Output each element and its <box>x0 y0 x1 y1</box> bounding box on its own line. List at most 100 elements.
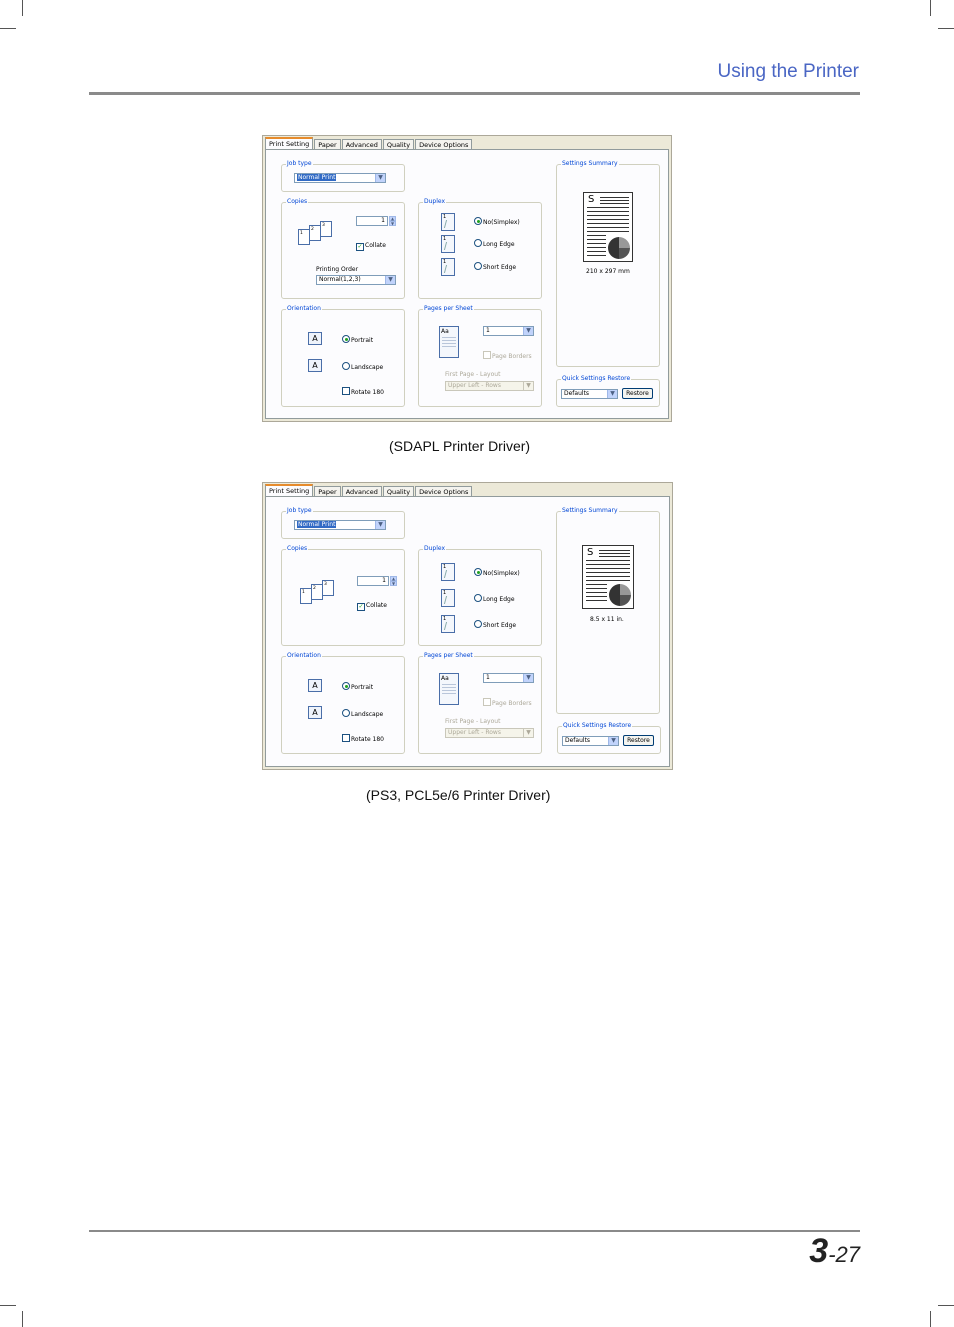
spin-down-icon[interactable]: ▼ <box>389 221 396 226</box>
copies-spinner[interactable]: 1 ▲ ▼ <box>356 216 396 226</box>
preview-line <box>587 219 629 220</box>
rotate-label: Rotate 180 <box>351 736 385 743</box>
restore-button[interactable]: Restore <box>622 388 653 399</box>
text-line <box>442 340 456 341</box>
simplex-label: No(Simplex) <box>483 219 520 226</box>
preview-line <box>586 560 630 561</box>
group-title: Settings Summary <box>561 160 619 167</box>
spin-down-icon[interactable]: ▼ <box>390 581 397 586</box>
job-type-value: Normal Print <box>297 174 337 181</box>
text-line <box>442 690 456 691</box>
preview-line <box>586 588 607 589</box>
page-layout-icon: Aa <box>439 673 459 705</box>
preview-line <box>586 572 630 573</box>
page-preview: S <box>582 545 634 609</box>
footer-rule <box>89 1230 860 1232</box>
caption-sdapl: (SDAPL Printer Driver) <box>389 438 531 454</box>
copies-group: Copies 1 2 3 1 ▲ ▼ ✓ Collate <box>281 545 405 646</box>
short-edge-radio[interactable]: Short Edge <box>474 262 516 271</box>
copies-value[interactable]: 1 <box>356 216 388 226</box>
text-line <box>442 337 456 338</box>
preview-line <box>587 231 629 232</box>
portrait-radio[interactable]: Portrait <box>342 682 373 691</box>
preview-line <box>587 223 629 224</box>
simplex-icon: 1 <box>441 563 455 581</box>
radio-icon <box>474 594 482 602</box>
orientation-group: Orientation A A Portrait Landscape Rotat… <box>281 305 405 407</box>
quick-settings-select[interactable]: Defaults ▼ <box>562 736 619 746</box>
short-edge-label: Short Edge <box>483 622 517 629</box>
portrait-label: Portrait <box>351 684 374 691</box>
collate-checkbox[interactable]: ✓ Collate <box>356 242 386 251</box>
group-title: Orientation <box>286 652 322 659</box>
preview-line <box>599 550 630 551</box>
long-edge-radio[interactable]: Long Edge <box>474 239 515 248</box>
simplex-radio[interactable]: No(Simplex) <box>474 217 520 226</box>
group-title: Pages per Sheet <box>423 305 474 312</box>
text-line <box>442 684 456 685</box>
page-borders-label: Page Borders <box>492 700 532 707</box>
chevron-down-icon: ▼ <box>523 674 533 682</box>
long-edge-icon: 1 <box>441 589 455 607</box>
checkbox-icon <box>342 387 350 395</box>
preview-line <box>586 580 630 581</box>
preview-line <box>586 568 630 569</box>
tab-panel: Job type Normal Print ▼ Copies 1 2 3 1 ▲… <box>265 496 670 767</box>
landscape-radio[interactable]: Landscape <box>342 362 383 371</box>
pages-per-sheet-select[interactable]: 1 ▼ <box>483 673 534 683</box>
page-borders-label: Page Borders <box>492 353 532 360</box>
preview-line <box>599 556 630 557</box>
checkmark-icon: ✓ <box>356 243 364 251</box>
quick-settings-group: Quick Settings Restore Defaults ▼ Restor… <box>557 722 661 754</box>
group-title: Quick Settings Restore <box>561 375 632 382</box>
job-type-select[interactable]: Normal Print ▼ <box>294 520 386 530</box>
preview-line <box>586 592 607 593</box>
preview-line <box>586 576 630 577</box>
short-edge-radio[interactable]: Short Edge <box>474 620 516 629</box>
landscape-radio[interactable]: Landscape <box>342 709 383 718</box>
checkbox-icon <box>483 351 491 359</box>
layout-select[interactable]: Upper Left - Rows ▼ <box>445 381 534 391</box>
quick-settings-value: Defaults <box>565 737 591 744</box>
group-title: Duplex <box>423 545 447 552</box>
long-edge-icon: 1 <box>441 235 455 253</box>
crop-mark <box>22 0 23 16</box>
pages-per-sheet-select[interactable]: 1 ▼ <box>483 326 534 336</box>
long-edge-radio[interactable]: Long Edge <box>474 594 515 603</box>
job-type-select[interactable]: Normal Print ▼ <box>294 173 386 183</box>
portrait-radio[interactable]: Portrait <box>342 335 373 344</box>
layout-label: First Page - Layout <box>445 371 501 378</box>
page-index: -27 <box>828 1242 860 1267</box>
rotate-180-checkbox[interactable]: Rotate 180 <box>342 734 384 743</box>
restore-button[interactable]: Restore <box>623 735 654 746</box>
radio-icon <box>342 362 350 370</box>
duplex-group: Duplex 1 1 1 No(Simplex) Long Edge Short… <box>418 545 542 646</box>
radio-icon <box>474 620 482 628</box>
group-title: Quick Settings Restore <box>562 722 633 729</box>
page-preview: S <box>583 192 633 262</box>
page-borders-checkbox[interactable]: Page Borders <box>483 698 532 707</box>
crop-mark <box>938 1305 954 1306</box>
quick-settings-select[interactable]: Defaults ▼ <box>561 389 618 399</box>
page-borders-checkbox[interactable]: Page Borders <box>483 351 532 360</box>
preview-line <box>587 255 606 256</box>
collate-checkbox[interactable]: ✓ Collate <box>357 602 387 611</box>
radio-selected-icon <box>474 217 482 225</box>
chevron-down-icon: ▼ <box>385 276 395 284</box>
group-title: Pages per Sheet <box>423 652 474 659</box>
preview-line <box>586 564 630 565</box>
copies-value[interactable]: 1 <box>357 576 389 586</box>
layout-select[interactable]: Upper Left - Rows ▼ <box>445 728 534 738</box>
group-title: Copies <box>286 198 309 205</box>
copies-group: Copies 1 2 3 1 ▲ ▼ ✓ Collate Printing Ord… <box>281 198 405 299</box>
copies-spinner[interactable]: 1 ▲ ▼ <box>357 576 397 586</box>
preview-line <box>587 207 629 208</box>
page-number: 3-27 <box>809 1232 860 1271</box>
quick-settings-value: Defaults <box>564 390 590 397</box>
text-line <box>442 687 456 688</box>
radio-selected-icon <box>342 335 350 343</box>
simplex-radio[interactable]: No(Simplex) <box>474 568 520 577</box>
rotate-180-checkbox[interactable]: Rotate 180 <box>342 387 384 396</box>
chevron-down-icon: ▼ <box>523 327 533 335</box>
printing-order-select[interactable]: Normal(1,2,3) ▼ <box>316 275 396 285</box>
